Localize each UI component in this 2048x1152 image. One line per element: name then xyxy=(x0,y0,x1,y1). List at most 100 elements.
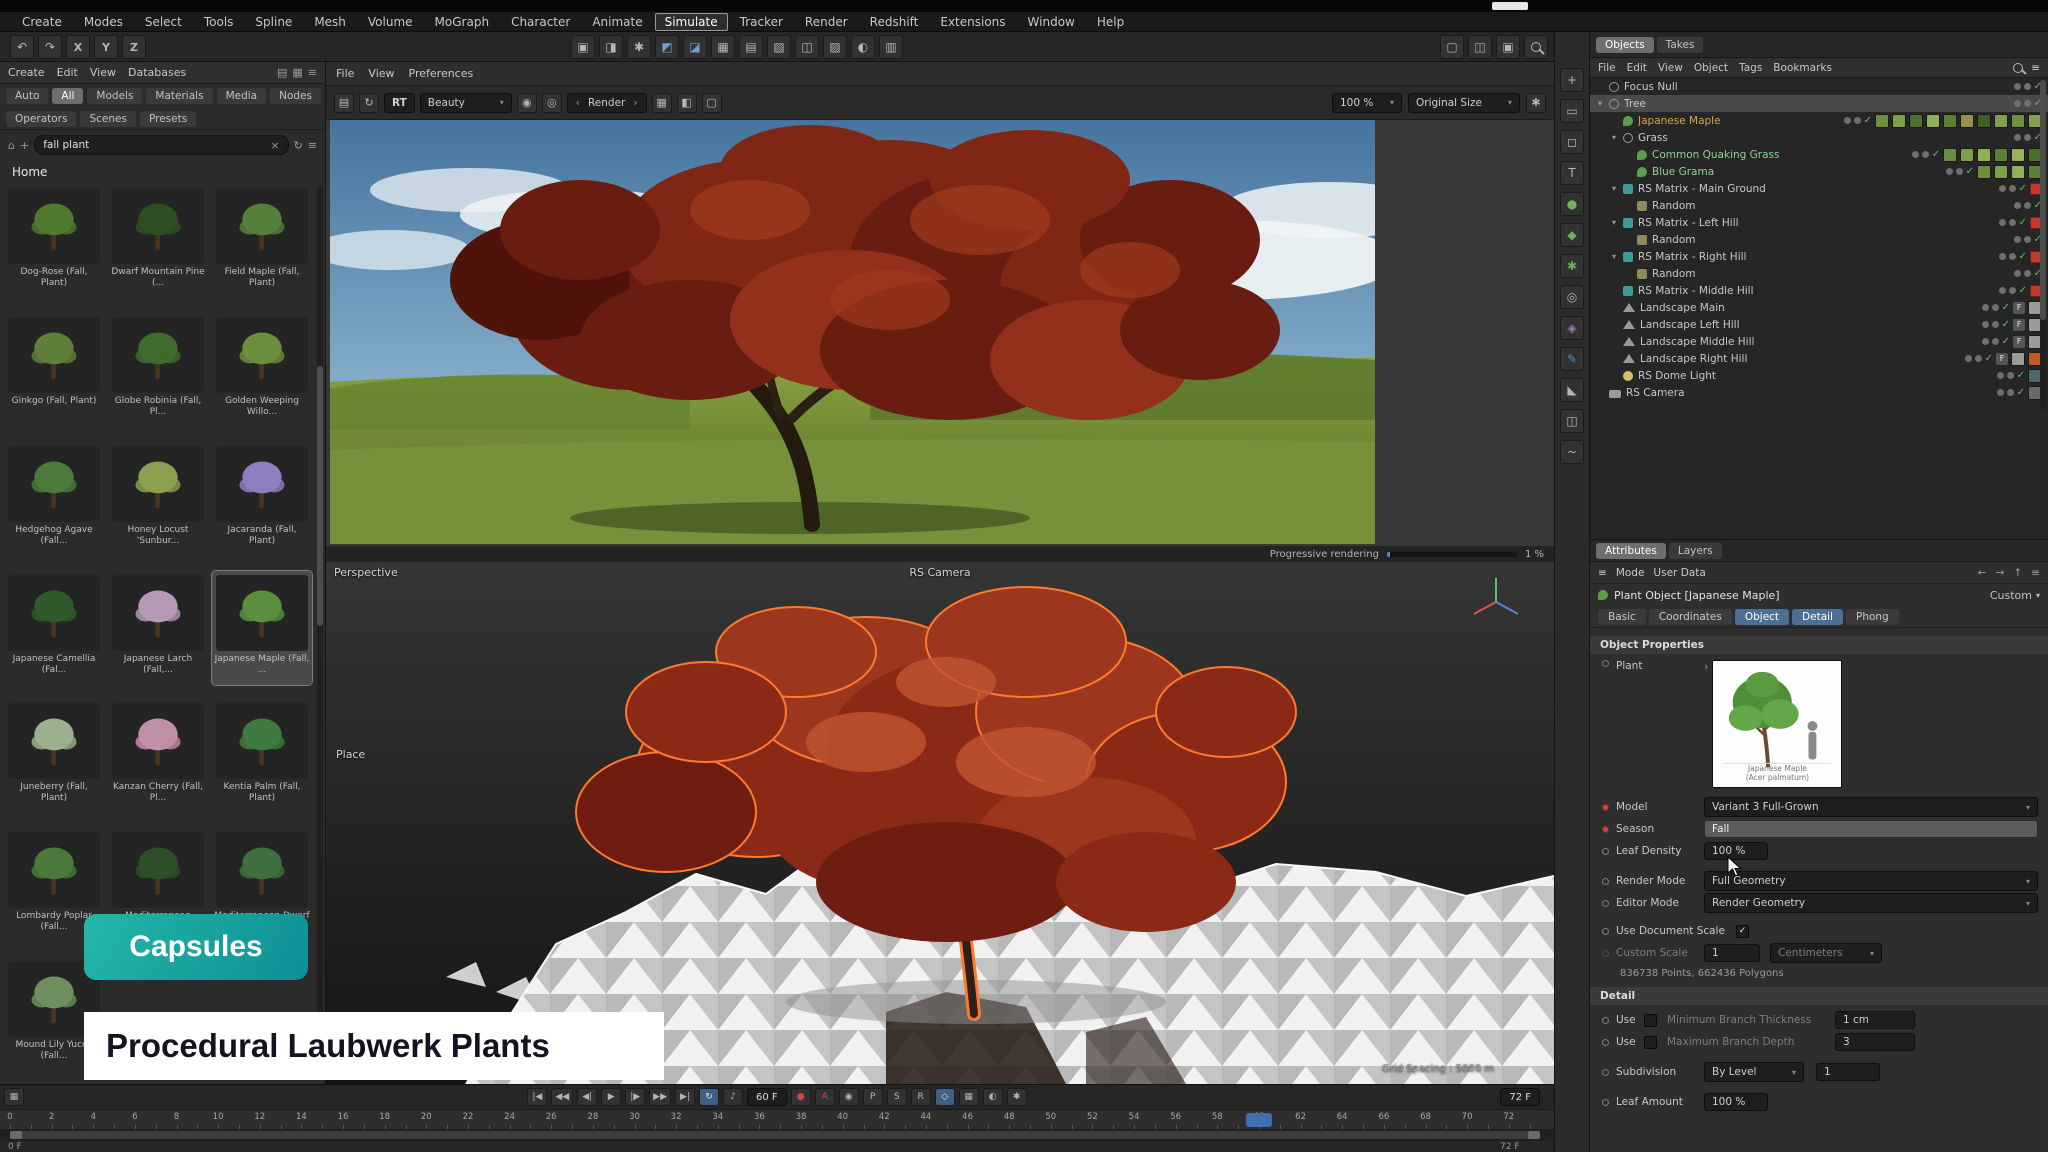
rotation-toggle[interactable]: R xyxy=(911,1088,931,1106)
menu-window[interactable]: Window xyxy=(1018,13,1085,31)
asset-item[interactable]: Field Maple (Fall, Plant) xyxy=(212,184,312,298)
menu-icon[interactable]: ≡ xyxy=(1598,567,1607,579)
mograph-tool-icon[interactable]: ◆ xyxy=(1560,223,1584,247)
param-tab-object[interactable]: Object xyxy=(1735,609,1789,625)
panel-tab-attributes[interactable]: Attributes xyxy=(1596,543,1666,559)
enabled-check-icon[interactable]: ✓ xyxy=(2002,336,2010,347)
pla-toggle[interactable]: ▦ xyxy=(959,1088,979,1106)
solo-icon[interactable]: ◐ xyxy=(851,35,875,59)
enabled-check-icon[interactable]: ✓ xyxy=(2017,387,2025,398)
object-row[interactable]: Random ✓ xyxy=(1590,197,2048,214)
param-dot[interactable] xyxy=(1602,826,1609,833)
home-icon[interactable]: ⌂ xyxy=(8,139,15,152)
panel-tab-objects[interactable]: Objects xyxy=(1596,37,1654,53)
rt-toggle[interactable]: RT xyxy=(384,93,415,113)
visibility-dot[interactable] xyxy=(2014,83,2021,90)
object-row[interactable]: ▾ Tree ✓ xyxy=(1590,95,2048,112)
back-icon[interactable]: ← xyxy=(1978,567,1987,579)
visibility-dot[interactable] xyxy=(1965,355,1972,362)
category-tab-scenes[interactable]: Scenes xyxy=(80,111,135,127)
custom-button[interactable]: Custom xyxy=(1990,589,2032,602)
fields-tag-icon[interactable]: F xyxy=(2013,336,2025,348)
next-render-icon[interactable]: › xyxy=(633,97,637,109)
prev-keyframe-button[interactable]: ◀◀ xyxy=(551,1088,573,1106)
render-selector[interactable]: ‹ Render › xyxy=(567,93,647,113)
grid-toggle-icon[interactable]: ▦ xyxy=(652,93,672,113)
om-menu-edit[interactable]: Edit xyxy=(1627,62,1647,74)
menu-tracker[interactable]: Tracker xyxy=(730,13,793,31)
om-menu-object[interactable]: Object xyxy=(1694,62,1728,74)
param-tab-phong[interactable]: Phong xyxy=(1846,609,1899,625)
asset-item[interactable]: Dwarf Mountain Pine (... xyxy=(108,184,208,298)
range-start-value[interactable]: 0 F xyxy=(8,1142,22,1152)
transform-tool-icon[interactable]: + xyxy=(1560,68,1584,92)
visibility-dot[interactable] xyxy=(1956,168,1963,175)
enabled-check-icon[interactable]: ✓ xyxy=(1932,149,1940,160)
enabled-check-icon[interactable]: ✓ xyxy=(2017,370,2025,381)
viewport-camera-label[interactable]: RS Camera xyxy=(909,566,970,579)
snapshot-icon[interactable]: ◉ xyxy=(517,93,537,113)
menu-mesh[interactable]: Mesh xyxy=(304,13,356,31)
filter-icon[interactable]: ≡ xyxy=(2031,62,2040,74)
filter-tab-materials[interactable]: Materials xyxy=(146,88,212,104)
menu-help[interactable]: Help xyxy=(1087,13,1134,31)
asset-menu-databases[interactable]: Databases xyxy=(128,66,186,79)
param-dot[interactable] xyxy=(1602,928,1609,935)
subdivision-mode-dropdown[interactable]: By Level▾ xyxy=(1704,1062,1804,1082)
menu-animate[interactable]: Animate xyxy=(582,13,652,31)
size-mode-dropdown[interactable]: Original Size ▾ xyxy=(1408,93,1520,113)
fields-tag-icon[interactable]: F xyxy=(1996,353,2008,365)
asset-item[interactable]: Dog-Rose (Fall, Plant) xyxy=(4,184,104,298)
visibility-dot[interactable] xyxy=(1854,117,1861,124)
gear-tool-icon[interactable]: ✱ xyxy=(1560,254,1584,278)
expand-caret[interactable]: › xyxy=(1704,660,1708,673)
asset-item[interactable]: Golden Weeping Willo... xyxy=(212,313,312,427)
object-row[interactable]: Focus Null ✓ xyxy=(1590,78,2048,95)
layout-split-icon[interactable]: ◫ xyxy=(1468,35,1492,59)
material-chip[interactable] xyxy=(1994,114,2008,128)
material-chip[interactable] xyxy=(2011,114,2025,128)
material-chip[interactable] xyxy=(2011,148,2025,162)
axis-z-button[interactable]: Z xyxy=(122,35,146,59)
text-tool-icon[interactable]: T xyxy=(1560,161,1584,185)
render-region-icon[interactable]: ◨ xyxy=(599,35,623,59)
om-menu-file[interactable]: File xyxy=(1598,62,1616,74)
compare-icon[interactable]: ◎ xyxy=(542,93,562,113)
expand-caret[interactable]: ▾ xyxy=(1612,133,1623,142)
loop-button[interactable]: ↻ xyxy=(699,1088,719,1106)
model-dropdown[interactable]: Variant 3 Full-Grown▾ xyxy=(1704,797,2038,817)
frame-ruler[interactable]: 0246810121416182022242628303234363840424… xyxy=(0,1109,1554,1129)
param-tab-coordinates[interactable]: Coordinates xyxy=(1649,609,1732,625)
visibility-dot[interactable] xyxy=(1997,372,2004,379)
rv-menu-preferences[interactable]: Preferences xyxy=(409,67,474,80)
enabled-check-icon[interactable]: ✓ xyxy=(2019,285,2027,296)
rv-menu-file[interactable]: File xyxy=(336,67,354,80)
min-branch-checkbox[interactable] xyxy=(1644,1014,1657,1027)
axis-mode-icon[interactable]: ◫ xyxy=(795,35,819,59)
object-row[interactable]: Japanese Maple ✓ xyxy=(1590,112,2048,129)
play-button[interactable]: ▶ xyxy=(601,1088,621,1106)
team-render-icon[interactable]: ◪ xyxy=(683,35,707,59)
material-chip[interactable] xyxy=(1909,114,1923,128)
material-chip[interactable] xyxy=(1892,114,1906,128)
panel-tab-takes[interactable]: Takes xyxy=(1657,37,1704,53)
expand-caret[interactable]: ▾ xyxy=(1598,99,1609,108)
material-chip[interactable] xyxy=(1943,114,1957,128)
sound-button[interactable]: ♪ xyxy=(723,1088,743,1106)
asset-item[interactable]: Hedgehog Agave (Fall... xyxy=(4,442,104,556)
material-chip[interactable] xyxy=(1977,148,1991,162)
ab-compare-icon[interactable]: ◧ xyxy=(677,93,697,113)
object-row[interactable]: RS Camera ✓ xyxy=(1590,384,2048,401)
menu-redshift[interactable]: Redshift xyxy=(860,13,929,31)
sphere-tool-icon[interactable]: ● xyxy=(1560,192,1584,216)
plant-preview[interactable]: Japanese Maple (Acer palmatum) xyxy=(1712,660,1842,788)
preview-range-bar[interactable] xyxy=(0,1129,1554,1141)
object-row[interactable]: RS Dome Light ✓ xyxy=(1590,367,2048,384)
playhead[interactable] xyxy=(1246,1113,1272,1127)
range-end-value[interactable]: 72 F xyxy=(1500,1142,1520,1152)
visibility-dot[interactable] xyxy=(1982,304,1989,311)
grid-snap-icon[interactable]: ▦ xyxy=(711,35,735,59)
asset-item[interactable]: Japanese Larch (Fall,... xyxy=(108,571,208,685)
save-image-icon[interactable]: ▤ xyxy=(334,93,354,113)
enabled-check-icon[interactable]: ✓ xyxy=(2019,183,2027,194)
